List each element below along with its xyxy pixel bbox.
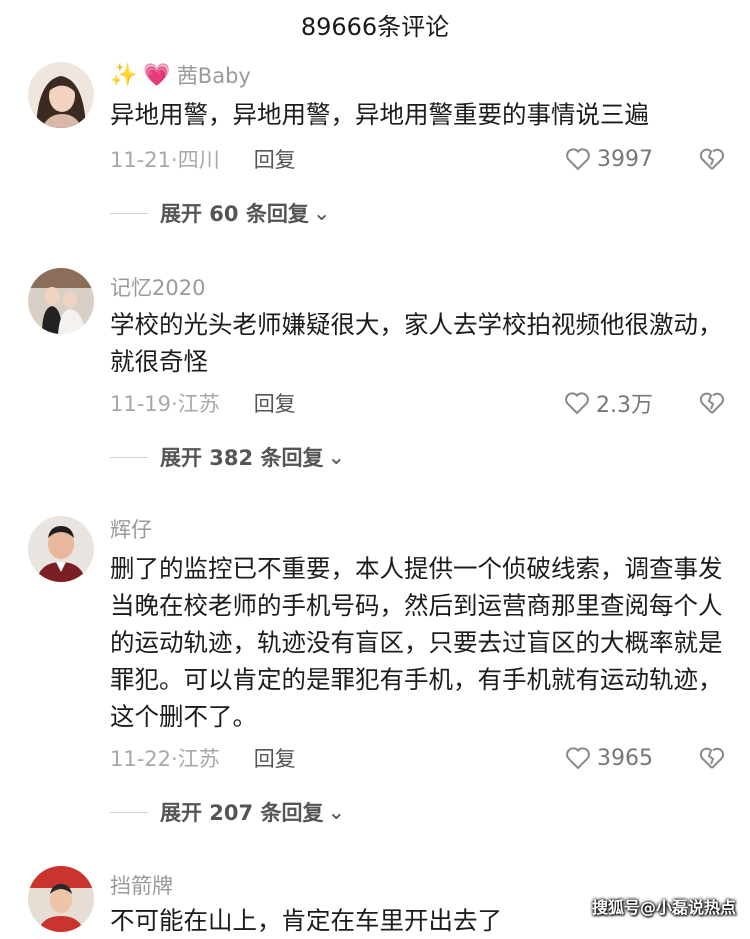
divider	[110, 812, 148, 813]
expand-label: 展开 60 条回复	[160, 198, 309, 228]
comment-text: 学校的光头老师嫌疑很大，家人去学校拍视频他很激动，就很奇怪	[110, 306, 725, 380]
username-label: 茜Baby	[177, 60, 251, 90]
expand-label: 展开 382 条回复	[160, 442, 323, 472]
divider	[110, 213, 148, 214]
chevron-down-icon: ⌄	[313, 201, 331, 225]
username[interactable]: 辉仔	[110, 514, 152, 544]
comments-count-title: 89666条评论	[0, 0, 750, 48]
username[interactable]: 记忆2020	[110, 272, 205, 302]
comment-text: 异地用警，异地用警，异地用警重要的事情说三遍	[110, 96, 725, 133]
reply-button[interactable]: 回复	[254, 743, 296, 773]
broken-heart-icon	[699, 746, 725, 770]
avatar[interactable]	[28, 516, 94, 582]
comment-meta: 11-21·四川 回复 3997	[110, 142, 725, 176]
divider	[110, 457, 148, 458]
heart-outline-icon	[565, 147, 591, 171]
heart-outline-icon	[564, 391, 590, 415]
chevron-down-icon: ⌄	[327, 445, 345, 469]
expand-replies-button[interactable]: 展开 382 条回复 ⌄	[110, 440, 345, 474]
heart-outline-icon	[565, 746, 591, 770]
username-label: 挡箭牌	[110, 870, 173, 900]
date-location: 11-22·江苏	[110, 743, 220, 773]
username-label: 记忆2020	[110, 272, 205, 302]
expand-label: 展开 207 条回复	[160, 797, 323, 827]
chevron-down-icon: ⌄	[327, 800, 345, 824]
reply-button[interactable]: 回复	[254, 144, 296, 174]
comment-text: 删了的监控已不重要，本人提供一个侦破线索，调查事发当晚在校老师的手机号码，然后到…	[110, 550, 725, 735]
date-location: 11-19·江苏	[110, 388, 220, 418]
username[interactable]: ✨ 💗 茜Baby	[110, 60, 251, 90]
reply-button[interactable]: 回复	[254, 388, 296, 418]
dislike-button[interactable]	[699, 746, 725, 770]
username[interactable]: 挡箭牌	[110, 870, 173, 900]
broken-heart-icon	[699, 391, 725, 415]
watermark: 搜狐号@小磊说热点	[592, 894, 736, 918]
avatar[interactable]	[28, 866, 94, 932]
like-button[interactable]: 2.3万	[564, 387, 653, 419]
broken-heart-icon	[699, 147, 725, 171]
dislike-button[interactable]	[699, 147, 725, 171]
like-count: 3965	[597, 746, 653, 771]
date-location: 11-21·四川	[110, 144, 220, 174]
dislike-button[interactable]	[699, 391, 725, 415]
username-label: 辉仔	[110, 514, 152, 544]
comment-meta: 11-19·江苏 回复 2.3万	[110, 386, 725, 420]
like-button[interactable]: 3997	[565, 147, 653, 172]
expand-replies-button[interactable]: 展开 60 条回复 ⌄	[110, 196, 330, 230]
avatar[interactable]	[28, 62, 94, 128]
avatar[interactable]	[28, 268, 94, 334]
expand-replies-button[interactable]: 展开 207 条回复 ⌄	[110, 795, 345, 829]
like-button[interactable]: 3965	[565, 746, 653, 771]
sparkle-icon: ✨	[110, 63, 137, 88]
pink-heart-icon: 💗	[143, 63, 170, 88]
like-count: 2.3万	[596, 387, 653, 419]
like-count: 3997	[597, 147, 653, 172]
comment-meta: 11-22·江苏 回复 3965	[110, 741, 725, 775]
